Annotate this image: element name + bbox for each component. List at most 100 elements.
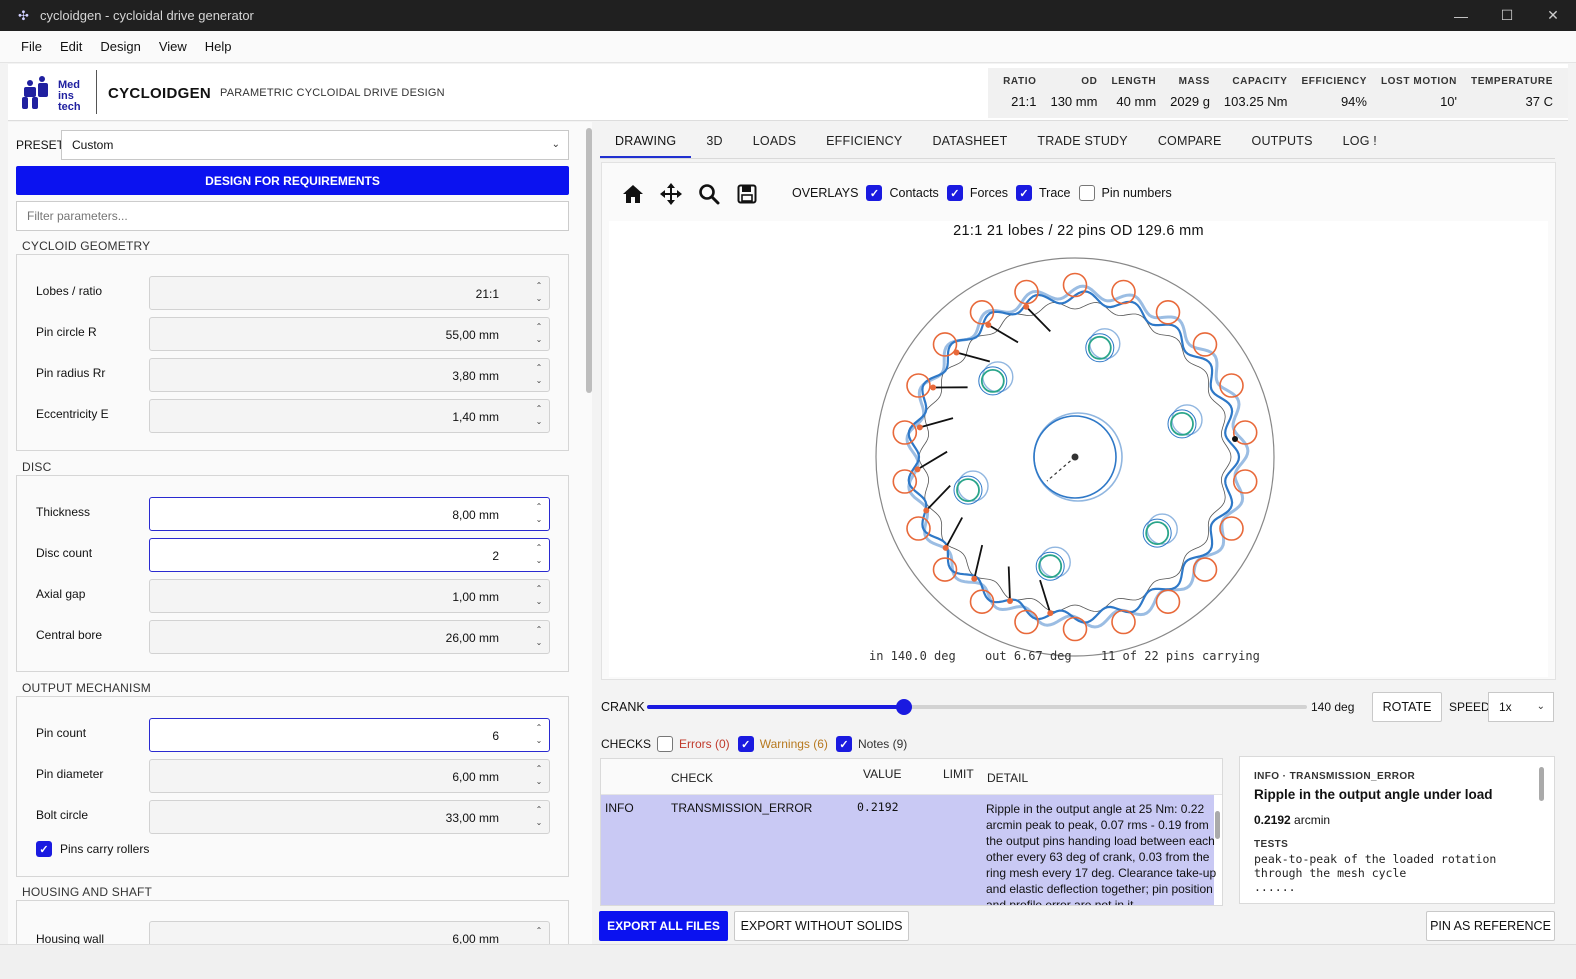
check-icon: ✓ [1016, 185, 1033, 201]
menu-design[interactable]: Design [91, 39, 149, 54]
thickness-spinbox[interactable]: 8,00 mm ⌃ ⌄ [149, 497, 550, 531]
ring-pin [1155, 589, 1181, 615]
table-scrollbar[interactable] [1215, 811, 1220, 839]
export-without-solids-button[interactable]: EXPORT WITHOUT SOLIDS [734, 911, 909, 941]
param-row: Central bore 26,00 mm ⌃ ⌄ [17, 620, 570, 654]
pin-circle-r-spinbox[interactable]: 55,00 mm ⌃ ⌄ [149, 317, 550, 351]
tab-3d[interactable]: 3D [691, 127, 737, 158]
detail-tests-label: TESTS [1254, 839, 1289, 850]
close-button[interactable]: ✕ [1530, 0, 1576, 31]
ring-pin [892, 469, 918, 494]
table-row[interactable]: INFO TRANSMISSION_ERROR 0.2192 Ripple in… [601, 795, 1216, 905]
maximize-button[interactable]: ☐ [1484, 0, 1530, 31]
notes-filter-checkbox[interactable]: ✓ Notes (9) [835, 736, 907, 752]
param-row: Lobes / ratio 21:1 ⌃ ⌄ [17, 276, 570, 310]
detail-kicker: INFO · TRANSMISSION_ERROR [1254, 771, 1416, 782]
contacts-checkbox[interactable]: ✓ Contacts [866, 185, 939, 201]
output-hole [1146, 513, 1178, 545]
column-detail[interactable]: DETAIL [987, 771, 1028, 785]
column-limit[interactable]: LIMIT [943, 767, 974, 781]
speed-select[interactable]: 1x ⌄ [1488, 692, 1554, 722]
contact-force-line [956, 351, 991, 363]
pins-carry-rollers-checkbox[interactable]: ✓ Pins carry rollers [36, 841, 149, 857]
eccentricity-spinbox[interactable]: 1,40 mm ⌃ ⌄ [149, 399, 550, 433]
contact-point [942, 544, 949, 551]
forces-checkbox[interactable]: ✓ Forces [946, 185, 1008, 201]
tab-compare[interactable]: COMPARE [1143, 127, 1237, 158]
spin-arrows-icon: ⌃ ⌄ [535, 805, 543, 827]
menu-edit[interactable]: Edit [51, 39, 91, 54]
preset-select[interactable]: Custom ⌄ [61, 130, 569, 160]
tab-log[interactable]: LOG ! [1328, 127, 1392, 158]
crank-slider-handle[interactable] [896, 699, 913, 715]
housing-wall-spinbox[interactable]: 6,00 mm ⌃ ⌄ [149, 921, 550, 944]
tab-trade-study[interactable]: TRADE STUDY [1022, 127, 1142, 158]
tab-datasheet[interactable]: DATASHEET [917, 127, 1022, 158]
tab-loads[interactable]: LOADS [738, 127, 811, 158]
metric-temperature: TEMPERATURE 37 C [1471, 76, 1553, 109]
row-detail: Ripple in the output angle at 25 Nm: 0.2… [986, 802, 1217, 906]
detail-tests-text: peak-to-peak of the loaded rotation thro… [1254, 852, 1497, 894]
column-value[interactable]: VALUE [863, 767, 901, 781]
filter-parameters-input[interactable] [16, 201, 569, 231]
menu-file[interactable]: File [12, 39, 51, 54]
param-label: Pin diameter [36, 767, 104, 781]
export-all-files-button[interactable]: EXPORT ALL FILES [599, 911, 728, 941]
left-panel-scrollbar[interactable] [586, 128, 592, 393]
minimize-button[interactable]: — [1438, 0, 1484, 31]
tab-efficiency[interactable]: EFFICIENCY [811, 127, 917, 158]
tab-drawing[interactable]: DRAWING [600, 127, 692, 158]
brand-subtitle: PARAMETRIC CYCLOIDAL DRIVE DESIGN [220, 87, 445, 99]
pan-icon[interactable] [652, 181, 690, 207]
spin-arrows-icon: ⌃ ⌄ [535, 404, 543, 426]
axial-gap-spinbox[interactable]: 1,00 mm ⌃ ⌄ [149, 579, 550, 613]
zoom-icon[interactable] [690, 181, 728, 207]
drive-drawing-canvas[interactable]: 21:1 21 lobes / 22 pins OD 129.6 mm in 1… [609, 221, 1548, 677]
bolt-circle-spinbox[interactable]: 33,00 mm ⌃ ⌄ [149, 800, 550, 834]
trace-checkbox[interactable]: ✓ Trace [1016, 185, 1071, 201]
spin-arrows-icon: ⌃ ⌄ [535, 543, 543, 565]
lobes-ratio-spinbox[interactable]: 21:1 ⌃ ⌄ [149, 276, 550, 310]
ring-pin [1014, 609, 1039, 635]
column-check[interactable]: CHECK [671, 771, 713, 785]
spin-arrows-icon: ⌃ ⌄ [535, 363, 543, 385]
row-check: TRANSMISSION_ERROR [671, 801, 813, 815]
output-angle: out 6.67 deg [984, 649, 1072, 663]
save-icon[interactable] [728, 181, 766, 207]
check-icon: ✓ [835, 736, 852, 752]
param-label: Housing wall [36, 932, 105, 944]
param-row: Eccentricity E 1,40 mm ⌃ ⌄ [17, 399, 570, 433]
pin-count-spinbox[interactable]: 6 ⌃ ⌄ [149, 718, 550, 752]
checkbox-empty-icon [657, 736, 674, 752]
contact-force-line [1007, 566, 1011, 602]
metric-od: OD 130 mm [1050, 76, 1098, 109]
contact-force-line [1025, 306, 1051, 333]
spin-arrows-icon: ⌃ ⌄ [535, 764, 543, 786]
rotate-button[interactable]: ROTATE [1372, 692, 1442, 722]
pin-numbers-checkbox[interactable]: Pin numbers [1078, 185, 1172, 201]
home-icon[interactable] [614, 181, 652, 207]
param-row: Pin radius Rr 3,80 mm ⌃ ⌄ [17, 358, 570, 392]
chevron-down-icon: ⌄ [1536, 701, 1545, 712]
pin-radius-spinbox[interactable]: 3,80 mm ⌃ ⌄ [149, 358, 550, 392]
param-row: Disc count 2 ⌃ ⌄ [17, 538, 570, 572]
warnings-filter-checkbox[interactable]: ✓ Warnings (6) [737, 736, 828, 752]
output-hole [1089, 328, 1121, 360]
errors-filter-checkbox[interactable]: Errors (0) [657, 736, 730, 752]
detail-scrollbar[interactable] [1539, 767, 1544, 801]
disc-count-spinbox[interactable]: 2 ⌃ ⌄ [149, 538, 550, 572]
contact-force-line [973, 544, 984, 579]
drawing-status: in 140.0 deg out 6.67 deg 11 of 22 pins … [869, 649, 1282, 663]
design-for-requirements-button[interactable]: DESIGN FOR REQUIREMENTS [16, 166, 569, 195]
crank-slider[interactable] [647, 699, 1307, 715]
param-label: Pin radius Rr [36, 366, 106, 380]
logo-divider [96, 70, 97, 114]
tab-outputs[interactable]: OUTPUTS [1237, 127, 1328, 158]
input-angle: in 140.0 deg [869, 649, 956, 663]
pin-as-reference-button[interactable]: PIN AS REFERENCE [1426, 911, 1555, 941]
checkbox-empty-icon [1078, 185, 1095, 201]
menu-view[interactable]: View [150, 39, 196, 54]
menu-help[interactable]: Help [196, 39, 241, 54]
central-bore-spinbox[interactable]: 26,00 mm ⌃ ⌄ [149, 620, 550, 654]
pin-diameter-spinbox[interactable]: 6,00 mm ⌃ ⌄ [149, 759, 550, 793]
